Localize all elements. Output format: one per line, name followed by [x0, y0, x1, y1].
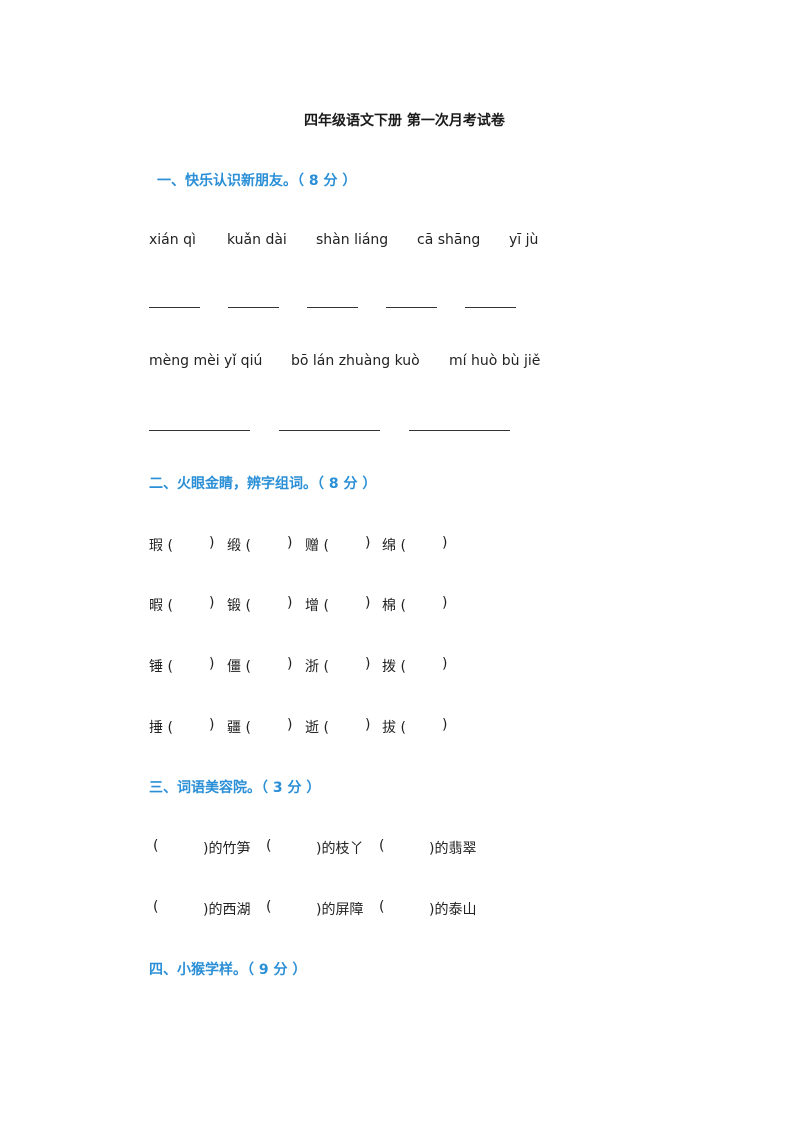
char-item: 拔 ( — [382, 720, 406, 736]
pinyin-item: yī jù — [509, 232, 539, 248]
answer-blank[interactable] — [163, 838, 203, 856]
answer-blank[interactable] — [175, 595, 207, 613]
close-paren: ) — [365, 535, 371, 551]
pinyin-item: mí huò bù jiě — [449, 353, 541, 369]
close-paren: ) — [209, 595, 215, 611]
open-paren: ( — [153, 838, 159, 854]
close-paren: ) — [442, 656, 448, 672]
char-item: 增 ( — [305, 598, 329, 614]
close-paren: ) — [287, 717, 293, 733]
answer-blank[interactable] — [408, 656, 440, 674]
open-paren: ( — [379, 899, 385, 915]
char-item: 绵 ( — [382, 538, 406, 554]
char-item: 棉 ( — [382, 598, 406, 614]
close-paren: ) — [287, 656, 293, 672]
char-item: 缎 ( — [227, 538, 251, 554]
answer-blank[interactable] — [331, 717, 363, 735]
char-item: 赠 ( — [305, 538, 329, 554]
answer-blank[interactable] — [331, 535, 363, 553]
phrase-item: )的西湖 — [203, 902, 251, 918]
pinyin-item: shàn liáng — [316, 232, 389, 248]
open-paren: ( — [266, 899, 272, 915]
char-item: 疆 ( — [227, 720, 251, 736]
answer-blank[interactable] — [408, 717, 440, 735]
answer-blank[interactable] — [276, 838, 316, 856]
section-heading-2: 二、火眼金睛，辨字组词。（ 8 分 ） — [149, 476, 377, 492]
open-paren: ( — [266, 838, 272, 854]
char-item: 拨 ( — [382, 659, 406, 675]
answer-blank[interactable] — [228, 307, 279, 308]
close-paren: ) — [442, 595, 448, 611]
answer-blank[interactable] — [253, 656, 285, 674]
char-item: 僵 ( — [227, 659, 251, 675]
char-item: 浙 ( — [305, 659, 329, 675]
section-heading-1: 一、快乐认识新朋友。（ 8 分 ） — [157, 173, 357, 189]
char-item: 锤 ( — [149, 659, 173, 675]
phrase-item: )的屏障 — [316, 902, 364, 918]
phrase-item: )的枝丫 — [316, 841, 364, 857]
answer-blank[interactable] — [465, 307, 516, 308]
section-heading-3: 三、词语美容院。（ 3 分 ） — [149, 780, 321, 796]
char-item: 逝 ( — [305, 720, 329, 736]
answer-blank[interactable] — [163, 899, 203, 917]
char-item: 捶 ( — [149, 720, 173, 736]
answer-blank[interactable] — [307, 307, 358, 308]
answer-blank[interactable] — [408, 595, 440, 613]
phrase-item: )的竹笋 — [203, 841, 251, 857]
pinyin-item: kuǎn dài — [227, 232, 287, 248]
answer-blank[interactable] — [175, 717, 207, 735]
phrase-item: )的翡翠 — [429, 841, 477, 857]
pinyin-item: xián qì — [149, 232, 196, 248]
pinyin-item: cā shāng — [417, 232, 481, 248]
pinyin-item: mèng mèi yǐ qiú — [149, 353, 263, 369]
answer-blank[interactable] — [408, 535, 440, 553]
answer-blank[interactable] — [253, 535, 285, 553]
answer-blank[interactable] — [175, 656, 207, 674]
close-paren: ) — [287, 535, 293, 551]
answer-blank[interactable] — [253, 717, 285, 735]
answer-blank[interactable] — [279, 430, 380, 431]
close-paren: ) — [365, 595, 371, 611]
answer-blank[interactable] — [276, 899, 316, 917]
answer-blank[interactable] — [253, 595, 285, 613]
answer-blank[interactable] — [149, 307, 200, 308]
answer-blank[interactable] — [331, 656, 363, 674]
close-paren: ) — [209, 717, 215, 733]
page-title: 四年级语文下册 第一次月考试卷 — [304, 113, 505, 129]
close-paren: ) — [365, 656, 371, 672]
phrase-item: )的泰山 — [429, 902, 477, 918]
close-paren: ) — [287, 595, 293, 611]
answer-blank[interactable] — [389, 838, 429, 856]
pinyin-item: bō lán zhuàng kuò — [291, 353, 420, 369]
open-paren: ( — [379, 838, 385, 854]
close-paren: ) — [442, 717, 448, 733]
answer-blank[interactable] — [149, 430, 250, 431]
char-item: 锻 ( — [227, 598, 251, 614]
close-paren: ) — [442, 535, 448, 551]
char-item: 瑕 ( — [149, 538, 173, 554]
close-paren: ) — [209, 535, 215, 551]
answer-blank[interactable] — [331, 595, 363, 613]
answer-blank[interactable] — [389, 899, 429, 917]
close-paren: ) — [209, 656, 215, 672]
open-paren: ( — [153, 899, 159, 915]
answer-blank[interactable] — [386, 307, 437, 308]
close-paren: ) — [365, 717, 371, 733]
section-heading-4: 四、小猴学样。（ 9 分 ） — [149, 962, 307, 978]
char-item: 暇 ( — [149, 598, 173, 614]
answer-blank[interactable] — [409, 430, 510, 431]
answer-blank[interactable] — [175, 535, 207, 553]
